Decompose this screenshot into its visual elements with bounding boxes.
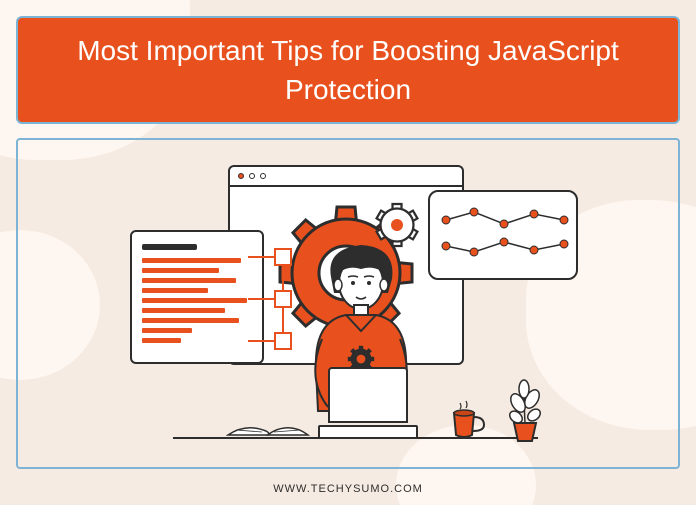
- graph-panel: [428, 190, 578, 280]
- code-line: [142, 298, 247, 303]
- code-line: [142, 278, 236, 283]
- window-dot: [249, 173, 255, 179]
- code-line: [142, 288, 208, 293]
- illustration-panel: [16, 138, 680, 469]
- plant-icon: [504, 379, 546, 443]
- title-bar: Most Important Tips for Boosting JavaScr…: [16, 16, 680, 124]
- code-line: [142, 258, 241, 263]
- featured-banner: Most Important Tips for Boosting JavaScr…: [0, 0, 696, 505]
- code-header-line: [142, 244, 197, 250]
- code-line: [142, 328, 192, 333]
- code-line: [142, 308, 225, 313]
- laptop-icon: [318, 367, 418, 439]
- browser-titlebar: [230, 167, 462, 187]
- illustration-scene: [18, 140, 678, 467]
- code-panel: [130, 230, 264, 364]
- article-title: Most Important Tips for Boosting JavaScr…: [48, 31, 648, 109]
- footer-url: WWW.TECHYSUMO.COM: [0, 483, 696, 495]
- mug-icon: [448, 399, 488, 439]
- code-line: [142, 268, 219, 273]
- code-line: [142, 338, 181, 343]
- code-line: [142, 318, 239, 323]
- window-dot: [238, 173, 244, 179]
- window-dot: [260, 173, 266, 179]
